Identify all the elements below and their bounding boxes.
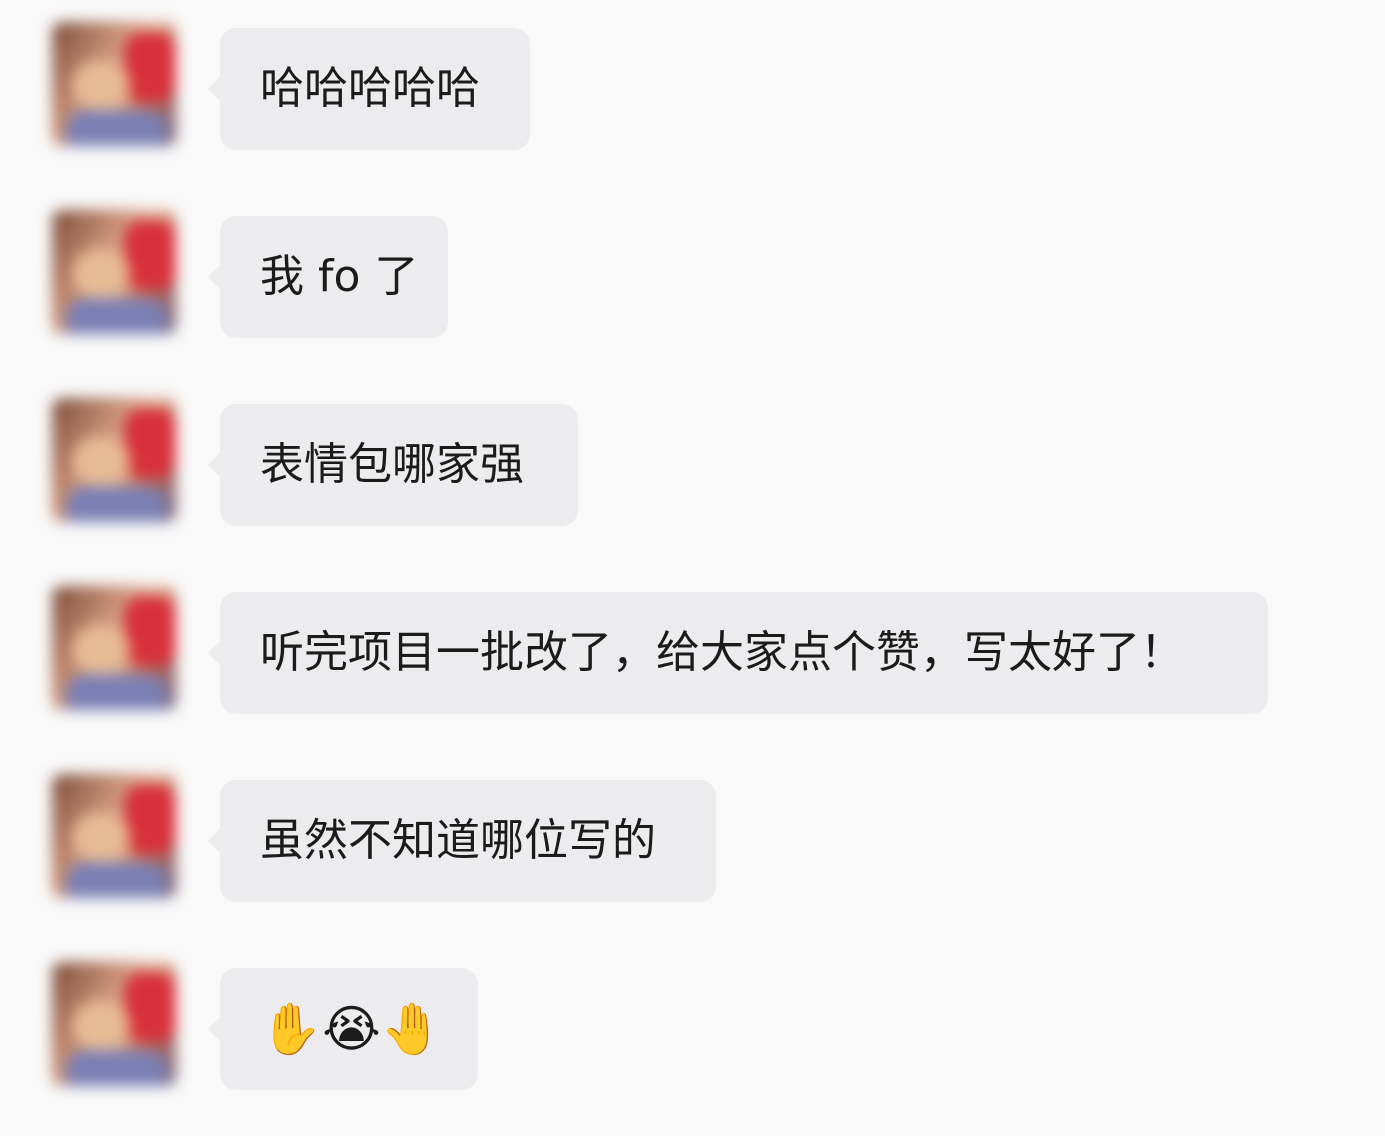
message-row: 虽然不知道哪位写的	[0, 774, 1385, 924]
message-text: 哈哈哈哈哈	[260, 63, 480, 114]
message-row: ✋ 😭 🤚	[0, 962, 1385, 1112]
avatar[interactable]	[52, 398, 176, 522]
message-text: 听完项目一批改了，给大家点个赞，写太好了！	[260, 627, 1184, 678]
message-bubble[interactable]: 表情包哪家强	[220, 404, 578, 526]
message-row: 哈哈哈哈哈	[0, 22, 1385, 172]
avatar[interactable]	[52, 586, 176, 710]
avatar[interactable]	[52, 774, 176, 898]
message-bubble[interactable]: 听完项目一批改了，给大家点个赞，写太好了！	[220, 592, 1268, 714]
message-bubble[interactable]: ✋ 😭 🤚	[220, 968, 478, 1090]
message-text: 我 fo 了	[260, 251, 419, 302]
message-text: 表情包哪家强	[260, 439, 524, 490]
avatar[interactable]	[52, 210, 176, 334]
avatar[interactable]	[52, 22, 176, 146]
chat-message-list: 哈哈哈哈哈 我 fo 了 表情包哪家强 听完项目一批改了，给大家点个赞，写太好了…	[0, 0, 1385, 1136]
message-bubble[interactable]: 哈哈哈哈哈	[220, 28, 530, 150]
message-text: 虽然不知道哪位写的	[260, 815, 656, 866]
avatar[interactable]	[52, 962, 176, 1086]
crying-face-icon: 😭	[322, 1000, 381, 1058]
message-bubble[interactable]: 我 fo 了	[220, 216, 448, 338]
message-row: 我 fo 了	[0, 210, 1385, 360]
emoji-line: ✋ 😭 🤚	[260, 1004, 443, 1054]
message-row: 表情包哪家强	[0, 398, 1385, 548]
message-bubble[interactable]: 虽然不知道哪位写的	[220, 780, 716, 902]
message-row: 听完项目一批改了，给大家点个赞，写太好了！	[0, 586, 1385, 736]
raised-hand-icon: ✋	[260, 1000, 323, 1058]
raised-back-of-hand-icon: 🤚	[380, 1000, 443, 1058]
